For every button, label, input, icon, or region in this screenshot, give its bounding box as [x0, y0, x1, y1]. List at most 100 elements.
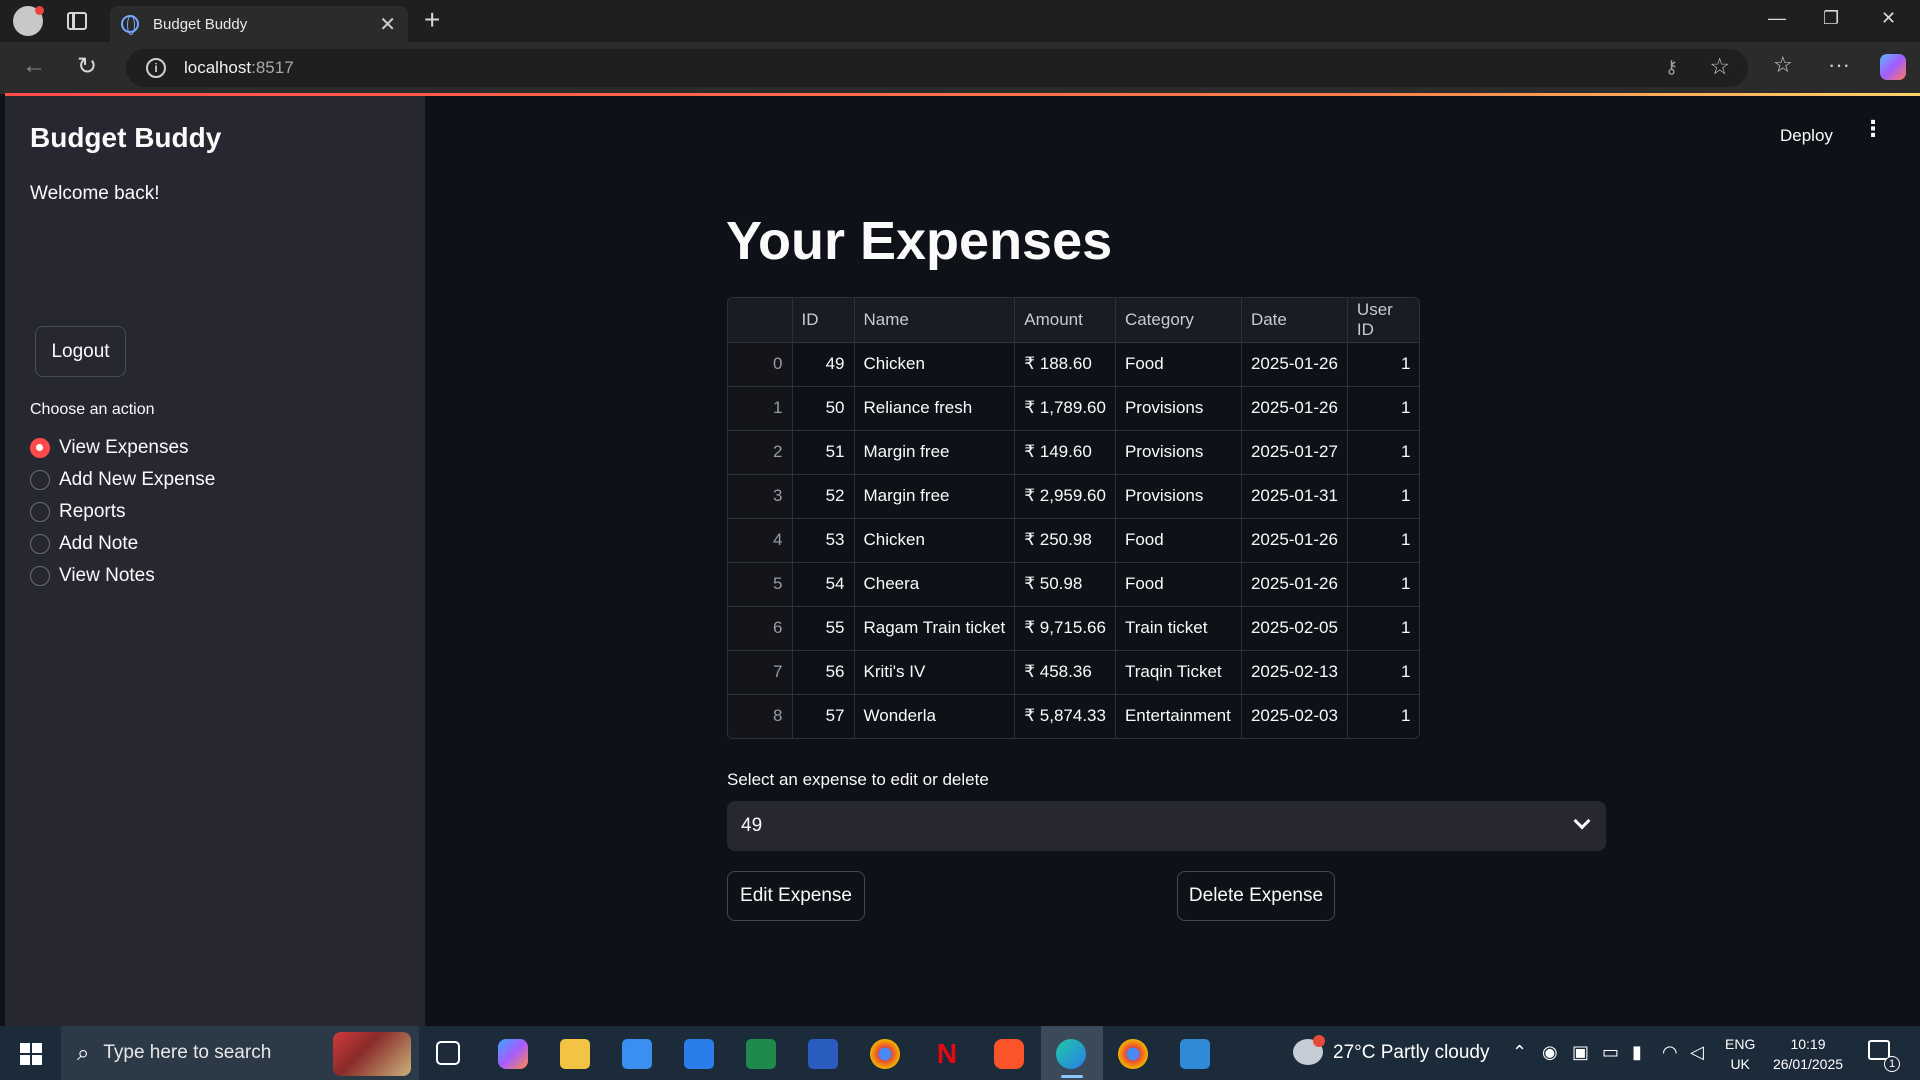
column-header[interactable]: ID	[792, 298, 855, 343]
table-cell[interactable]: Chicken	[854, 518, 1016, 563]
table-cell[interactable]: Food	[1115, 342, 1242, 387]
table-cell[interactable]: 6	[728, 606, 793, 651]
table-row[interactable]: 4 53 Chicken ₹ 250.98 Food 2025-01-26 1	[728, 518, 1420, 563]
table-cell[interactable]: 2025-01-26	[1241, 562, 1348, 607]
table-cell[interactable]: 4	[728, 518, 793, 563]
table-cell[interactable]: 2025-01-26	[1241, 342, 1348, 387]
table-cell[interactable]: Provisions	[1115, 386, 1242, 431]
table-cell[interactable]: 2025-02-03	[1241, 694, 1348, 738]
table-cell[interactable]: 1	[728, 386, 793, 431]
table-cell[interactable]: ₹ 2,959.60	[1014, 474, 1116, 519]
wifi-icon[interactable]: ◠	[1662, 1042, 1678, 1063]
table-cell[interactable]: Reliance fresh	[854, 386, 1016, 431]
copilot-app-icon[interactable]	[498, 1039, 528, 1069]
back-icon[interactable]: ←	[22, 52, 46, 80]
taskbar-search[interactable]: ⌕ Type here to search	[61, 1026, 419, 1080]
radio-add-new-expense[interactable]: Add New Expense	[30, 469, 215, 491]
close-tab-icon[interactable]: ✕	[379, 12, 396, 37]
profile-avatar-icon[interactable]	[13, 6, 44, 36]
table-cell[interactable]: Provisions	[1115, 474, 1242, 519]
table-cell[interactable]: Margin free	[854, 474, 1016, 519]
table-cell[interactable]: 1	[1347, 562, 1420, 607]
column-header[interactable]: User ID	[1347, 298, 1420, 343]
task-view-icon[interactable]	[436, 1041, 460, 1065]
table-cell[interactable]: 1	[1347, 386, 1420, 431]
password-key-icon[interactable]: ⚷	[1665, 57, 1678, 78]
table-row[interactable]: 5 54 Cheera ₹ 50.98 Food 2025-01-26 1	[728, 562, 1420, 607]
table-cell[interactable]: Provisions	[1115, 430, 1242, 475]
table-cell[interactable]: ₹ 149.60	[1014, 430, 1116, 475]
table-cell[interactable]: 2025-01-26	[1241, 386, 1348, 431]
table-cell[interactable]: ₹ 250.98	[1014, 518, 1116, 563]
radio-add-note[interactable]: Add Note	[30, 533, 138, 555]
table-cell[interactable]: 1	[1347, 650, 1420, 695]
main-menu-icon[interactable]: ⋮	[1862, 118, 1884, 140]
table-cell[interactable]: ₹ 50.98	[1014, 562, 1116, 607]
table-cell[interactable]: 1	[1347, 342, 1420, 387]
column-header[interactable]: Amount	[1014, 298, 1116, 343]
table-cell[interactable]: ₹ 1,789.60	[1014, 386, 1116, 431]
table-cell[interactable]: 1	[1347, 694, 1419, 738]
excel-icon[interactable]	[746, 1039, 776, 1069]
chrome-profile-icon[interactable]	[1118, 1039, 1148, 1069]
file-explorer-icon[interactable]	[560, 1039, 590, 1069]
favorites-icon[interactable]: ☆	[1773, 52, 1793, 78]
reload-icon[interactable]: ↻	[77, 52, 97, 81]
table-cell[interactable]: 2025-02-13	[1241, 650, 1348, 695]
address-bar[interactable]: i localhost:8517 ⚷ ☆	[126, 49, 1748, 87]
table-cell[interactable]: 1	[1347, 430, 1420, 475]
deploy-button[interactable]: Deploy	[1780, 126, 1833, 146]
table-cell[interactable]: 53	[792, 518, 855, 563]
delete-expense-button[interactable]: Delete Expense	[1177, 871, 1335, 921]
close-window-icon[interactable]: ✕	[1881, 8, 1896, 29]
radio-view-notes[interactable]: View Notes	[30, 565, 155, 587]
table-cell[interactable]: Margin free	[854, 430, 1016, 475]
table-row[interactable]: 1 50 Reliance fresh ₹ 1,789.60 Provisions 202…	[728, 386, 1420, 431]
table-cell[interactable]: 51	[792, 430, 855, 475]
table-row[interactable]: 0 49 Chicken ₹ 188.60 Food 2025-01-26 1	[728, 342, 1420, 387]
battery-icon[interactable]: ▮	[1632, 1042, 1642, 1063]
table-cell[interactable]: Cheera	[854, 562, 1016, 607]
table-cell[interactable]: 49	[792, 342, 855, 387]
copilot-icon[interactable]	[1880, 54, 1906, 80]
new-tab-icon[interactable]: +	[424, 4, 440, 36]
table-cell[interactable]: 56	[792, 650, 855, 695]
column-header[interactable]: Name	[854, 298, 1016, 343]
language-indicator[interactable]: ENG UK	[1725, 1034, 1755, 1074]
table-cell[interactable]: 54	[792, 562, 855, 607]
table-cell[interactable]: Kriti's IV	[854, 650, 1016, 695]
table-cell[interactable]: 0	[728, 342, 793, 387]
windows-start-icon[interactable]	[20, 1043, 42, 1065]
volume-icon[interactable]: ◁	[1690, 1042, 1704, 1063]
expense-select[interactable]: 49	[727, 801, 1606, 851]
table-cell[interactable]: 2025-01-26	[1241, 518, 1348, 563]
table-cell[interactable]: ₹ 188.60	[1014, 342, 1116, 387]
minimize-icon[interactable]: —	[1768, 8, 1786, 29]
display-icon[interactable]: ▭	[1602, 1042, 1619, 1063]
vscode-icon[interactable]	[1180, 1039, 1210, 1069]
expenses-table[interactable]: ID Name Amount Category Date User ID 0 49…	[727, 297, 1421, 739]
table-row[interactable]: 7 56 Kriti's IV ₹ 458.36 Traqin Ticket 2025-0…	[728, 650, 1420, 695]
table-cell[interactable]: 2025-02-05	[1241, 606, 1348, 651]
table-cell[interactable]: ₹ 458.36	[1014, 650, 1116, 695]
favorite-star-icon[interactable]: ☆	[1709, 53, 1730, 80]
clock[interactable]: 10:19 26/01/2025	[1768, 1034, 1848, 1074]
netflix-icon[interactable]: N	[932, 1039, 962, 1069]
table-cell[interactable]: 3	[728, 474, 793, 519]
table-cell[interactable]: 50	[792, 386, 855, 431]
more-options-icon[interactable]: ···	[1828, 52, 1850, 78]
brave-icon[interactable]	[994, 1039, 1024, 1069]
table-row[interactable]: 2 51 Margin free ₹ 149.60 Provisions 2025-01-…	[728, 430, 1420, 475]
table-cell[interactable]: 55	[792, 606, 855, 651]
logout-button[interactable]: Logout	[35, 326, 126, 377]
table-cell[interactable]: Traqin Ticket	[1115, 650, 1242, 695]
table-cell[interactable]: 2	[728, 430, 793, 475]
table-cell[interactable]: 8	[728, 694, 793, 738]
table-cell[interactable]: 1	[1347, 518, 1420, 563]
meet-icon[interactable]: ▣	[1572, 1042, 1589, 1063]
column-header[interactable]: Category	[1115, 298, 1242, 343]
record-icon[interactable]: ◉	[1542, 1042, 1558, 1063]
table-cell[interactable]: Entertainment	[1115, 694, 1242, 738]
edge-icon[interactable]	[1056, 1039, 1086, 1069]
table-cell[interactable]: Train ticket	[1115, 606, 1242, 651]
